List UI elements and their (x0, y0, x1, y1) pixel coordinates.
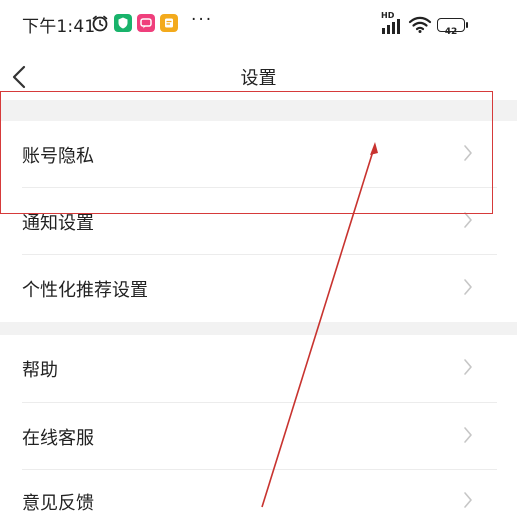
chevron-right-icon (464, 359, 472, 375)
settings-item-label: 账号隐私 (22, 146, 94, 167)
battery-tip (466, 22, 468, 28)
section-gap-top (0, 100, 517, 121)
chevron-right-icon (464, 145, 472, 161)
settings-item-personalized-recommendations[interactable]: 个性化推荐设置 (0, 255, 497, 322)
settings-item-label: 通知设置 (22, 213, 94, 234)
chevron-right-icon (464, 492, 472, 508)
battery-icon: 42 (437, 18, 465, 37)
settings-item-label: 意见反馈 (22, 493, 94, 514)
page-title: 设置 (240, 68, 277, 89)
wifi-icon (408, 16, 432, 33)
settings-item-feedback[interactable]: 意见反馈 (0, 470, 497, 514)
status-bar: 下午1:41 ··· HD 42 (0, 0, 517, 48)
settings-item-notifications[interactable]: 通知设置 (0, 188, 497, 255)
battery-level: 42 (444, 27, 458, 37)
security-app-icon (114, 14, 132, 32)
settings-item-label: 在线客服 (22, 428, 94, 449)
chevron-right-icon (464, 427, 472, 443)
settings-item-account-privacy[interactable]: 账号隐私 (0, 121, 497, 188)
settings-item-help[interactable]: 帮助 (0, 335, 497, 403)
status-right: HD 42 (381, 11, 475, 37)
chevron-right-icon (464, 212, 472, 228)
signal-icon (382, 19, 400, 34)
settings-item-label: 个性化推荐设置 (22, 280, 148, 301)
chevron-right-icon (464, 279, 472, 295)
settings-item-online-support[interactable]: 在线客服 (0, 403, 497, 470)
notes-app-icon (160, 14, 178, 32)
message-app-icon (137, 14, 155, 32)
alarm-icon (92, 15, 108, 32)
settings-item-label: 帮助 (22, 360, 58, 381)
nav-bar: 设置 (0, 52, 517, 100)
section-gap-middle (0, 322, 517, 335)
status-time: 下午1:41 (22, 17, 96, 37)
status-more: ··· (191, 10, 214, 30)
